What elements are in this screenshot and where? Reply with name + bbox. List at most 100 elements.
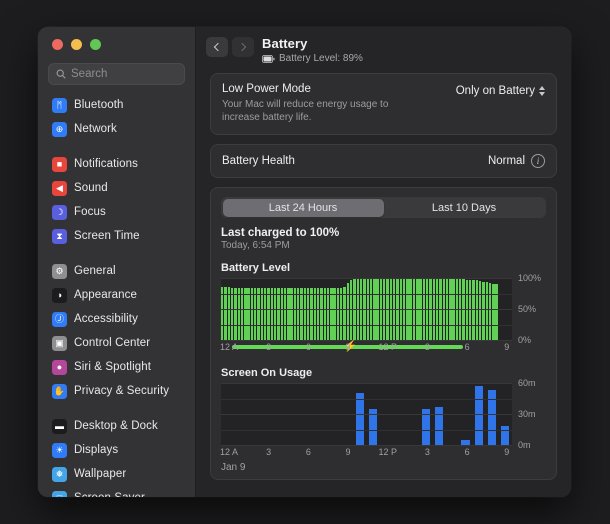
system-settings-window: Search ᛗ Bluetooth ⊕ Network ■ Notifications ◀… [38,27,571,497]
screen-saver-icon: □ [52,490,67,497]
sidebar-item-control-center[interactable]: ▣ Control Center [46,331,187,355]
battery-level-bar [227,287,231,340]
sidebar-item-label: Network [74,123,117,135]
battery-level-bar [250,287,254,340]
gridline-minor [221,398,512,400]
search-icon [56,69,66,79]
detail-pane: Battery Battery Level: 89% Low Power Mod… [196,27,571,497]
battery-level-bar [316,287,320,340]
sidebar-item-notifications[interactable]: ■ Notifications [46,152,187,176]
battery-level-bar [234,287,237,340]
sidebar-item-label: Focus [74,206,106,218]
battery-level-bar [326,287,330,340]
sound-icon: ◀ [52,180,67,196]
battery-level-bar [260,287,264,340]
sidebar-item-list[interactable]: ᛗ Bluetooth ⊕ Network ■ Notifications ◀ Sound ☽ F… [38,93,195,497]
battery-health-label: Battery Health [222,155,295,167]
battery-level-bar [313,287,316,340]
zoom-button[interactable] [90,38,101,50]
battery-level-bar [263,287,267,340]
sidebar-item-label: Sound [74,182,108,194]
sidebar-item-bluetooth[interactable]: ᛗ Bluetooth [46,93,187,117]
detail-titlebar: Battery Battery Level: 89% [196,27,571,73]
search-input[interactable]: Search [48,63,185,85]
low-power-mode-dropdown[interactable]: Only on Battery [456,83,545,99]
battery-level-y-axis: 100% 50% 0% [512,273,546,345]
sidebar-item-label: Accessibility [74,313,138,325]
close-button[interactable] [52,38,63,50]
battery-level-bar [230,287,234,340]
y-axis-tick-label: 0m [518,440,531,450]
sidebar-item-label: Siri & Spotlight [74,361,152,373]
battery-level-bar [310,287,313,340]
battery-level-bar [237,287,240,340]
screen-on-usage-x-axis: 12 A 3 6 9 12 P 3 6 9 [219,445,512,461]
sidebar-item-appearance[interactable]: ◑ Appearance [46,283,187,307]
minimize-button[interactable] [71,38,82,50]
general-icon: ⚙ [52,263,67,279]
x-axis-tick-label: 6 [305,342,311,352]
battery-level-chart-title: Battery Level [221,262,291,274]
sidebar-item-accessibility[interactable]: Ⓙ Accessibility [46,307,187,331]
sidebar-item-screen-time[interactable]: ⧗ Screen Time [46,224,187,248]
battery-level-bar [306,287,310,340]
globe-icon: ⊕ [52,121,67,137]
x-axis-tick-label: 3 [424,342,430,352]
battery-level-bar [323,287,326,340]
x-axis-tick-label: 12 P [378,447,397,457]
wallpaper-icon: ❅ [52,466,67,482]
x-axis-tick-label: 12 A [219,447,239,457]
battery-level-bar [273,287,277,340]
low-power-mode-value: Only on Battery [455,85,535,97]
sidebar-item-displays[interactable]: ☀ Displays [46,438,187,462]
chevron-updown-icon [539,86,545,96]
page-title: Battery [262,36,308,51]
battery-level-bar [221,287,224,340]
sidebar-group-separator [46,248,187,259]
chart-date-label: Jan 9 [221,462,246,473]
tab-last-10-days[interactable]: Last 10 Days [384,199,545,217]
search-container: Search [38,61,195,93]
tab-last-24-hours[interactable]: Last 24 Hours [222,198,384,217]
y-axis-tick-label: 30m [518,409,536,419]
last-charged-time: Today, 6:54 PM [221,240,290,251]
battery-level-status: Battery Level: 89% [262,53,363,64]
x-axis-tick-label: 6 [305,447,311,457]
navigation-buttons [206,35,254,57]
battery-health-card[interactable]: Battery Health Normal i [210,144,557,178]
battery-level-bar [475,280,479,340]
battery-level-bar [320,287,323,340]
battery-level-bar [346,282,350,340]
screen-on-usage-chart-title: Screen On Usage [221,367,313,379]
sidebar-item-sound[interactable]: ◀ Sound [46,176,187,200]
page-title-block: Battery Battery Level: 89% [262,35,363,64]
sidebar-item-privacy-security[interactable]: ✋ Privacy & Security [46,379,187,403]
sidebar-item-network[interactable]: ⊕ Network [46,117,187,141]
window-traffic-lights [38,27,195,61]
battery-level-bar [270,287,273,340]
info-icon[interactable]: i [531,154,545,168]
back-button[interactable] [206,37,228,57]
battery-level-bar [488,282,492,340]
usage-range-tabs[interactable]: Last 24 Hours Last 10 Days [221,197,546,218]
x-axis-tick-label: 3 [266,342,272,352]
x-axis-tick-label: 3 [424,447,430,457]
x-axis-tick-label: 12 A [219,342,239,352]
sidebar-item-general[interactable]: ⚙ General [46,259,187,283]
sidebar-item-desktop-dock[interactable]: ▬ Desktop & Dock [46,414,187,438]
last-charged-title: Last charged to 100% [221,227,340,239]
last-charged-block: Last charged to 100% Today, 6:54 PM [221,227,546,251]
sidebar-item-label: Bluetooth [74,99,124,111]
battery-level-bar [336,287,340,340]
sidebar-item-wallpaper[interactable]: ❅ Wallpaper [46,462,187,486]
sidebar-item-screen-saver[interactable]: □ Screen Saver [46,486,187,497]
x-axis-tick-label: 9 [345,342,351,352]
gridline [221,278,512,279]
gridline [221,309,512,310]
sidebar-item-siri-spotlight[interactable]: ● Siri & Spotlight [46,355,187,379]
sidebar-item-label: Wallpaper [74,468,127,480]
sidebar-item-label: General [74,265,116,277]
sidebar-item-focus[interactable]: ☽ Focus [46,200,187,224]
battery-level-bar [492,283,495,340]
appearance-icon: ◑ [52,287,67,303]
